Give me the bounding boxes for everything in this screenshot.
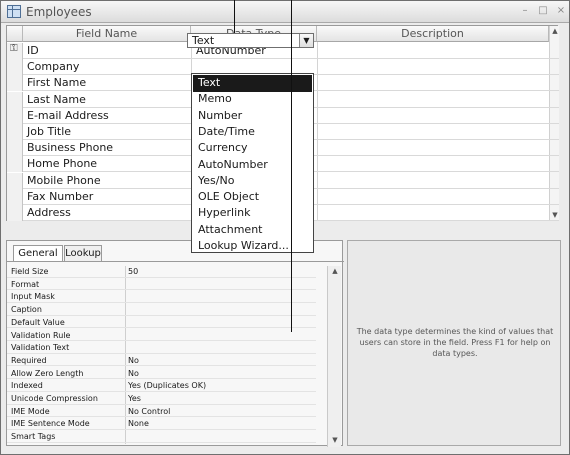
property-value[interactable]: Yes: [128, 393, 141, 404]
dropdown-option[interactable]: Date/Time: [193, 124, 312, 141]
property-row[interactable]: Required No: [7, 355, 316, 367]
primary-key-icon: ⚿: [10, 43, 18, 54]
row-selector[interactable]: [7, 172, 23, 189]
chevron-down-icon[interactable]: ▼: [299, 34, 313, 47]
property-label: Validation Text: [11, 343, 70, 353]
dropdown-option[interactable]: Yes/No: [193, 173, 312, 190]
field-name-cell[interactable]: Home Phone: [27, 156, 97, 172]
property-row[interactable]: Unicode Compression Yes: [7, 393, 316, 405]
field-name-cell[interactable]: Fax Number: [27, 189, 93, 205]
properties-scrollbar[interactable]: ▲ ▼: [327, 266, 341, 447]
row-selector[interactable]: [7, 91, 23, 108]
data-type-combo-value: Text: [192, 34, 215, 47]
field-name-cell[interactable]: Business Phone: [27, 140, 113, 156]
property-label: Unicode Compression: [11, 394, 98, 403]
table-icon: [7, 5, 21, 18]
property-label: Input Mask: [11, 292, 55, 302]
field-name-cell[interactable]: ID: [27, 43, 39, 59]
row-selector[interactable]: [7, 156, 23, 173]
dropdown-option[interactable]: Text: [193, 75, 312, 92]
property-value[interactable]: No: [128, 355, 139, 366]
row-selector[interactable]: [7, 107, 23, 124]
property-label: Indexed: [11, 381, 43, 391]
help-pane: The data type determines the kind of val…: [347, 240, 561, 446]
property-row[interactable]: Validation Text: [7, 342, 316, 354]
property-row[interactable]: Default Value: [7, 317, 316, 329]
dropdown-option[interactable]: AutoNumber: [193, 157, 312, 174]
dropdown-option[interactable]: Currency: [193, 140, 312, 157]
dropdown-option[interactable]: Lookup Wizard...: [193, 238, 312, 255]
property-value[interactable]: No Control: [128, 406, 170, 417]
property-label: IME Sentence Mode: [11, 419, 90, 429]
dropdown-option[interactable]: Memo: [193, 91, 312, 108]
row-selector[interactable]: [7, 140, 23, 157]
property-row[interactable]: Validation Rule: [7, 330, 316, 341]
property-label: Caption: [11, 305, 42, 315]
row-selector[interactable]: ⚿: [7, 43, 23, 59]
window-title-bar[interactable]: Employees – □ ×: [1, 1, 569, 23]
row-selector[interactable]: [7, 205, 23, 221]
property-row[interactable]: Smart Tags: [7, 431, 316, 443]
row-selector[interactable]: [7, 59, 23, 76]
field-name-cell[interactable]: Address: [27, 205, 71, 221]
property-value[interactable]: Yes (Duplicates OK): [128, 380, 206, 391]
property-row[interactable]: Input Mask: [7, 291, 316, 303]
scroll-up-arrow-icon[interactable]: ▲: [550, 26, 560, 36]
field-name-cell[interactable]: Job Title: [27, 124, 71, 140]
tab-lookup[interactable]: Lookup: [64, 245, 102, 261]
property-row[interactable]: Format: [7, 279, 316, 291]
property-value[interactable]: 50: [128, 266, 138, 277]
property-row[interactable]: Field Size 50: [7, 266, 316, 278]
dropdown-option[interactable]: Number: [193, 108, 312, 125]
property-label: Smart Tags: [11, 432, 56, 442]
field-name-cell[interactable]: E-mail Address: [27, 108, 109, 124]
tab-strip-divider: [7, 261, 344, 262]
row-selector[interactable]: [7, 75, 23, 92]
property-value[interactable]: None: [128, 418, 149, 429]
property-label: Required: [11, 355, 47, 365]
select-all-header[interactable]: [7, 26, 23, 42]
property-label: Allow Zero Length: [11, 368, 84, 378]
window-title: Employees: [26, 5, 92, 19]
callout-line: [234, 0, 235, 33]
property-value[interactable]: No: [128, 368, 139, 379]
callout-line: [291, 0, 292, 332]
field-name-header: Field Name: [23, 26, 191, 42]
description-header: Description: [317, 26, 549, 42]
dropdown-option[interactable]: OLE Object: [193, 189, 312, 206]
field-name-cell[interactable]: Mobile Phone: [27, 173, 101, 189]
property-label: Validation Rule: [11, 330, 71, 340]
property-row[interactable]: IME Sentence Mode None: [7, 418, 316, 430]
property-row[interactable]: Caption: [7, 304, 316, 316]
field-name-cell[interactable]: First Name: [27, 75, 86, 91]
tab-general[interactable]: General: [13, 245, 63, 261]
property-row[interactable]: Indexed Yes (Duplicates OK): [7, 380, 316, 392]
property-row[interactable]: IME Mode No Control: [7, 406, 316, 418]
field-name-cell[interactable]: Company: [27, 59, 79, 75]
help-text: The data type determines the kind of val…: [356, 327, 554, 358]
property-label: Default Value: [11, 317, 65, 327]
maximize-button[interactable]: □: [536, 4, 550, 18]
field-properties-pane: General Lookup Field Size 50 Format Input M…: [6, 240, 344, 447]
data-type-dropdown-list[interactable]: Text Memo Number Date/Time Currency AutoNumbe…: [191, 73, 314, 253]
row-selector[interactable]: [7, 124, 23, 140]
scroll-down-arrow-icon[interactable]: ▼: [330, 435, 340, 445]
minimize-button[interactable]: –: [518, 4, 532, 18]
scroll-up-arrow-icon[interactable]: ▲: [330, 266, 340, 276]
property-label: Field Size: [11, 267, 49, 276]
property-row[interactable]: Allow Zero Length No: [7, 368, 316, 380]
property-label: IME Mode: [11, 406, 50, 416]
field-name-cell[interactable]: Last Name: [27, 92, 86, 108]
dropdown-option[interactable]: Hyperlink: [193, 205, 312, 222]
data-type-combo-box[interactable]: Text ▼: [187, 33, 314, 48]
dropdown-option[interactable]: Attachment: [193, 222, 312, 239]
close-button[interactable]: ×: [554, 4, 568, 18]
property-label: Format: [11, 279, 40, 289]
row-selector[interactable]: [7, 188, 23, 205]
